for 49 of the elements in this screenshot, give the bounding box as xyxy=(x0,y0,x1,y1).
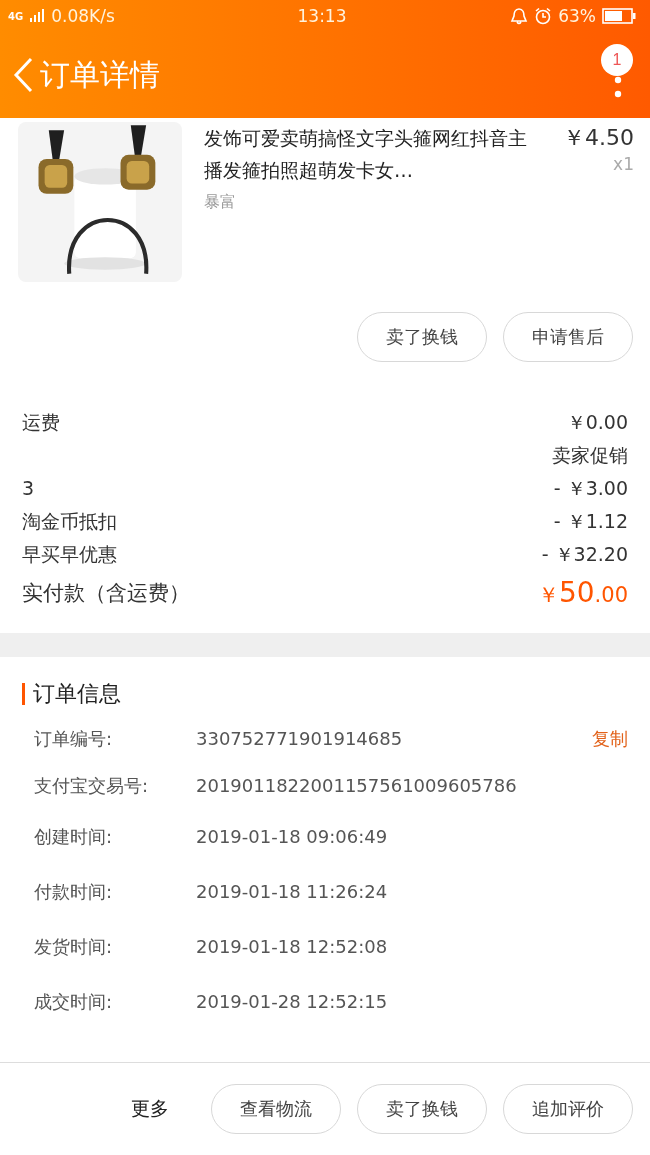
info-value: 2019-01-18 09:06:49 xyxy=(196,826,389,847)
network-label: 4G xyxy=(8,10,24,22)
battery-percent: 63% xyxy=(558,6,596,26)
notification-badge: 1 xyxy=(601,44,633,76)
copy-link[interactable]: 复制 xyxy=(592,726,628,751)
action-button[interactable]: 追加评价 xyxy=(503,1084,633,1134)
clock-time: 13:13 xyxy=(297,6,347,26)
alarm-clock-icon xyxy=(534,7,553,25)
fee-label: 早买早优惠 xyxy=(22,542,117,567)
info-value: 2019-01-28 12:52:15 xyxy=(196,991,389,1012)
product-variant: 暴富 xyxy=(204,192,237,213)
product-title: 发饰可爱卖萌搞怪文字头箍网红抖音主播发箍拍照超萌发卡女… xyxy=(204,126,528,183)
back-button[interactable] xyxy=(12,57,34,93)
action-button[interactable]: 申请售后 xyxy=(503,312,633,362)
more-icon xyxy=(614,74,622,100)
info-value: 330752771901914685 xyxy=(196,728,404,749)
bell-icon xyxy=(510,7,529,25)
action-button[interactable]: 卖了换钱 xyxy=(357,312,487,362)
fee-value: ￥0.00 xyxy=(566,410,628,435)
action-button[interactable]: 查看物流 xyxy=(211,1084,341,1134)
product-price: ￥4.50 xyxy=(563,124,634,152)
info-label: 订单编号: xyxy=(34,726,114,751)
info-value: 2019-01-18 11:26:24 xyxy=(196,881,389,902)
more-link[interactable]: 更多 xyxy=(125,1095,175,1123)
fee-value: - ￥32.20 xyxy=(541,542,628,567)
network-speed: 0.08K/s xyxy=(51,6,115,26)
total-label: 实付款（含运费） xyxy=(22,580,190,607)
total-amount: ￥50.00 xyxy=(537,575,628,611)
product-quantity: x1 xyxy=(613,154,634,174)
page-title: 订单详情 xyxy=(40,55,161,94)
fee-label: 淘金币抵扣 xyxy=(22,509,117,534)
battery-icon xyxy=(602,8,636,24)
fee-value: 卖家促销 xyxy=(552,443,628,468)
info-label: 付款时间: xyxy=(34,879,114,904)
info-label: 成交时间: xyxy=(34,989,114,1014)
back-icon xyxy=(12,57,34,93)
section-title: 订单信息 xyxy=(33,680,121,708)
fee-label: 运费 xyxy=(22,410,60,435)
info-label: 发货时间: xyxy=(34,934,114,959)
info-value: 2019-01-18 12:52:08 xyxy=(196,936,389,957)
fee-value: - ￥3.00 xyxy=(553,476,628,501)
signal-icon xyxy=(29,9,46,23)
action-button[interactable]: 卖了换钱 xyxy=(357,1084,487,1134)
info-label: 支付宝交易号: xyxy=(34,773,150,798)
info-value: 2019011822001157561009605786 xyxy=(196,775,518,796)
more-menu-button[interactable]: 1 xyxy=(598,40,638,110)
fee-label: 3 xyxy=(22,476,35,501)
info-label: 创建时间: xyxy=(34,824,114,849)
fee-value: - ￥1.12 xyxy=(553,509,628,534)
